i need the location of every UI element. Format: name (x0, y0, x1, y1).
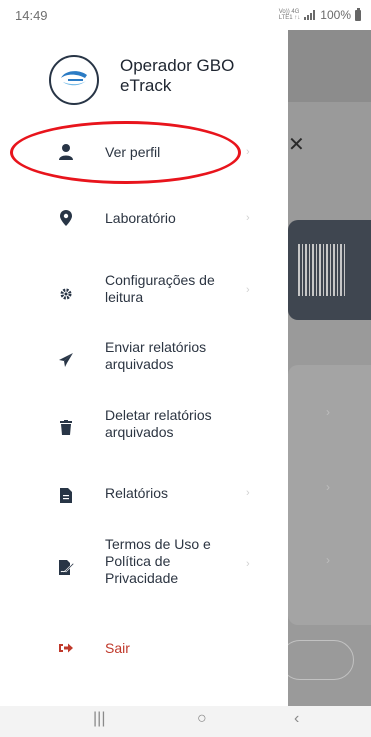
menu-item-configuracoes-leitura[interactable]: Configurações de leitura › (0, 266, 288, 314)
background-header (288, 30, 371, 102)
menu-item-termos-de-uso[interactable]: Termos de Uso e Política de Privacidade … (0, 534, 288, 596)
menu-item-relatorios[interactable]: Relatórios › (0, 480, 288, 520)
navigation-drawer: Operador GBO eTrack Ver perfil › Laborat… (0, 30, 288, 706)
trash-icon (55, 416, 77, 438)
battery-icon (355, 7, 361, 21)
gear-icon (55, 283, 77, 305)
status-bar: 14:49 Vo)) 4G LTE1 ↑↓ 100% (0, 0, 371, 30)
menu-item-label: Enviar relatórios arquivados (105, 339, 207, 372)
file-signature-icon (55, 556, 77, 578)
menu-item-label: Relatórios (105, 485, 169, 501)
menu-item-sair[interactable]: Sair (0, 634, 288, 664)
background-app-scrim[interactable]: ✕ › › › (288, 30, 371, 706)
chevron-right-icon: › (246, 146, 250, 158)
menu-item-label: Configurações de leitura (105, 272, 215, 305)
recents-button[interactable]: ||| (93, 710, 105, 728)
network-bottom-label: LTE1 ↑↓ (278, 15, 301, 21)
chevron-right-icon: › (246, 558, 250, 570)
menu-item-label: Sair (105, 640, 130, 656)
file-icon (55, 484, 77, 506)
chevron-right-icon: › (326, 405, 330, 419)
menu-item-deletar-relatorios[interactable]: Deletar relatórios arquivados (0, 402, 288, 450)
status-icons: Vo)) 4G LTE1 ↑↓ 100% (279, 7, 361, 22)
menu-item-label: Ver perfil (105, 144, 161, 160)
menu-item-label: Termos de Uso e Política de Privacidade (105, 536, 211, 586)
system-navigation-bar: ||| ○ ‹ (0, 706, 371, 737)
user-icon (55, 141, 77, 163)
network-indicator: Vo)) 4G LTE1 ↑↓ (279, 9, 301, 21)
menu-item-label: Deletar relatórios arquivados (105, 407, 212, 440)
menu-item-label: Laboratório (105, 210, 176, 226)
background-list: › › › (288, 365, 371, 625)
sign-out-icon (55, 637, 77, 659)
menu-item-ver-perfil[interactable]: Ver perfil › (0, 134, 288, 174)
background-button (288, 640, 354, 680)
menu-item-enviar-relatorios[interactable]: Enviar relatórios arquivados (0, 334, 288, 382)
chevron-right-icon: › (246, 284, 250, 296)
home-button[interactable]: ○ (197, 710, 207, 728)
barcode-icon (298, 244, 346, 296)
paper-plane-icon (55, 349, 77, 371)
background-close-icon: ✕ (288, 134, 305, 156)
back-button[interactable]: ‹ (294, 710, 299, 728)
map-marker-icon (55, 207, 77, 229)
background-barcode-card (288, 220, 371, 320)
chevron-right-icon: › (326, 480, 330, 494)
app-title: Operador GBO eTrack (120, 56, 235, 95)
chevron-right-icon: › (326, 553, 330, 567)
chevron-right-icon: › (246, 212, 250, 224)
etrack-logo-icon (49, 55, 99, 105)
signal-icon (304, 10, 316, 20)
status-time: 14:49 (15, 8, 48, 23)
chevron-right-icon: › (246, 487, 250, 499)
menu-item-laboratorio[interactable]: Laboratório › (0, 198, 288, 238)
battery-percent: 100% (320, 8, 351, 22)
